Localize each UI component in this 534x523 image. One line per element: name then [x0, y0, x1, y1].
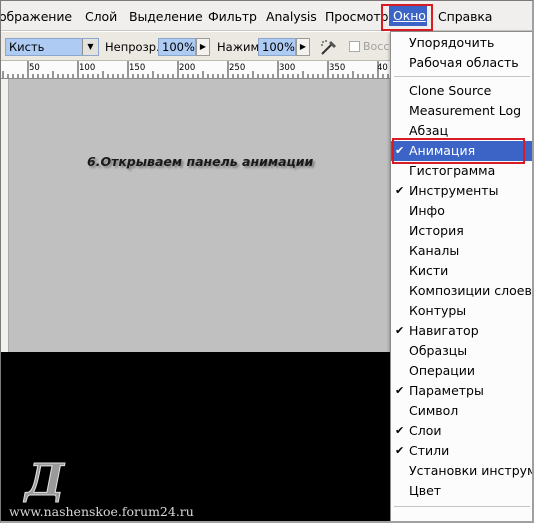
watermark-url: www.nashenskoe.forum24.ru: [9, 504, 194, 519]
menu-item-label: Clone Source: [409, 83, 492, 98]
opacity-arrow-icon[interactable]: ▶: [196, 38, 210, 56]
menu-item-label: Слои: [409, 423, 442, 438]
chevron-down-icon[interactable]: ▼: [82, 39, 98, 55]
menu-item[interactable]: Образцы: [391, 341, 532, 361]
flow-input[interactable]: 100%: [258, 38, 296, 56]
ruler-tick-label: 40: [377, 63, 388, 73]
menu-item-label: Стили: [409, 443, 450, 458]
menu-filter[interactable]: Фильтр: [208, 9, 257, 24]
menu-select[interactable]: Выделение: [129, 9, 203, 24]
ruler-tick-label: 300: [279, 63, 296, 73]
window-menu-dropdown: Упорядочить Рабочая область Clone Source Me…: [390, 31, 534, 521]
menu-item[interactable]: Упорядочить: [391, 33, 532, 53]
menu-item-label: Рабочая область: [409, 55, 519, 70]
menu-item[interactable]: ✔ Навигатор: [391, 321, 532, 341]
menu-image[interactable]: ображение: [1, 9, 72, 24]
menu-item[interactable]: Рабочая область: [391, 53, 532, 73]
menu-item[interactable]: ✔ Слои: [391, 421, 532, 441]
menu-item-label: Цвет: [409, 483, 442, 498]
menu-item[interactable]: ✔ Стили: [391, 441, 532, 461]
ruler-tick-label: 250: [229, 63, 246, 73]
menu-item-label: История: [409, 223, 464, 238]
checkmark-icon: ✔: [395, 384, 405, 397]
airbrush-icon[interactable]: [319, 38, 339, 56]
menu-item[interactable]: Установки инструме: [391, 461, 534, 481]
menu-help[interactable]: Справка: [438, 9, 492, 24]
ruler-tick-label: 350: [329, 63, 346, 73]
menu-item-label: Гистограмма: [409, 163, 496, 178]
menu-item[interactable]: Символ: [391, 401, 532, 421]
menu-item-label: Measurement Log: [409, 103, 522, 118]
menu-item-label: Упорядочить: [409, 35, 495, 50]
menu-item-label: Операции: [409, 363, 476, 378]
menu-item-label: Установки инструме: [409, 463, 534, 478]
app-window: ображение Слой Выделение Фильтр Analysis…: [0, 0, 534, 523]
menu-item-label: Навигатор: [409, 323, 479, 338]
menu-view[interactable]: Просмотр: [325, 9, 388, 24]
animation-annotation-box: [392, 138, 525, 164]
document-canvas[interactable]: [8, 79, 391, 352]
canvas-margin: [1, 79, 8, 352]
checkmark-icon: ✔: [395, 324, 405, 337]
menu-item-label: Инструменты: [409, 183, 499, 198]
menu-item[interactable]: Measurement Log: [391, 101, 532, 121]
menu-item[interactable]: Инфо: [391, 201, 532, 221]
ruler-tick-label: 150: [129, 63, 146, 73]
ruler-tick-label: 200: [179, 63, 196, 73]
menu-item-label: Параметры: [409, 383, 484, 398]
canvas-margin: [1, 352, 8, 521]
flow-arrow-icon[interactable]: ▶: [296, 38, 310, 56]
menu-item[interactable]: История: [391, 221, 532, 241]
menu-item-label: Каналы: [409, 243, 460, 258]
window-menu-annotation-box: [381, 4, 433, 31]
menu-item[interactable]: Каналы: [391, 241, 532, 261]
flow-label: Нажим:: [217, 40, 264, 54]
menu-analysis[interactable]: Analysis: [266, 9, 317, 24]
checkmark-icon: ✔: [395, 424, 405, 437]
menu-item-label: Композиции слоев: [409, 283, 532, 298]
menu-item-label: Абзац: [409, 123, 449, 138]
menu-item[interactable]: Операции: [391, 361, 532, 381]
menu-item-label: Инфо: [409, 203, 445, 218]
opacity-input[interactable]: 100%: [158, 38, 196, 56]
tool-preset-select[interactable]: Кисть ▼: [5, 38, 99, 56]
ruler-tick-label: 100: [79, 63, 96, 73]
menu-item[interactable]: Гистограмма: [391, 161, 532, 181]
menu-item[interactable]: ✔ Инструменты: [391, 181, 532, 201]
menu-separator: [394, 506, 530, 507]
restore-checkbox[interactable]: [349, 41, 360, 52]
menu-item[interactable]: ✔ Параметры: [391, 381, 532, 401]
menu-item[interactable]: Кисти: [391, 261, 532, 281]
logo-letter: Д: [23, 455, 65, 503]
menu-item[interactable]: Clone Source: [391, 81, 532, 101]
checkmark-icon: ✔: [395, 444, 405, 457]
ruler-tick-label: 50: [29, 63, 40, 73]
menu-item[interactable]: Контуры: [391, 301, 532, 321]
menu-item[interactable]: Цвет: [391, 481, 532, 501]
menu-item-label: Контуры: [409, 303, 467, 318]
menu-item-label: Образцы: [409, 343, 468, 358]
horizontal-ruler: 50 100 150 200 250 300 350 40: [1, 61, 391, 79]
forum-logo: Д: [23, 455, 66, 503]
menu-item[interactable]: Композиции слоев: [391, 281, 532, 301]
opacity-label: Непрозр.:: [105, 40, 164, 54]
checkmark-icon: ✔: [395, 184, 405, 197]
tutorial-caption: 6.Открываем панель анимации: [87, 154, 314, 169]
tool-preset-value: Кисть: [9, 40, 45, 54]
menu-separator: [394, 76, 530, 77]
menu-item-label: Кисти: [409, 263, 449, 278]
menu-layer[interactable]: Слой: [85, 9, 117, 24]
menu-bar: ображение Слой Выделение Фильтр Analysis…: [1, 1, 532, 31]
menu-item-label: Символ: [409, 403, 459, 418]
